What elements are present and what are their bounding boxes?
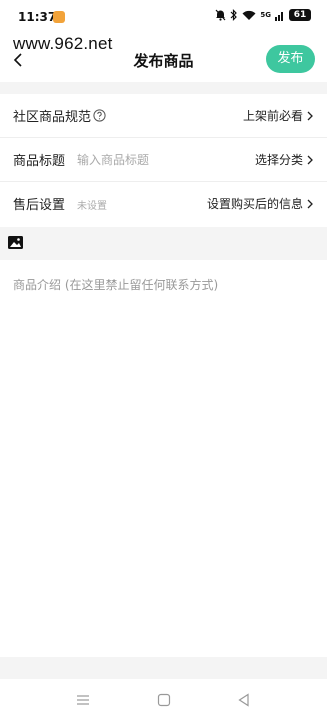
header: 发布商品 发布 (0, 40, 327, 80)
bluetooth-icon (230, 9, 238, 21)
after-sale-row[interactable]: 售后设置 未设置 设置购买后的信息 (0, 182, 327, 226)
network-label: 5G (260, 11, 271, 19)
after-sale-label: 售后设置 (13, 198, 66, 213)
signal-icon (275, 11, 283, 21)
select-category-button[interactable]: 选择分类 (255, 151, 313, 168)
status-bar: 11:37 5G 61 (0, 0, 327, 34)
set-after-purchase-info-label: 设置购买后的信息 (206, 197, 303, 211)
product-title-input[interactable]: 输入商品标题 (77, 151, 149, 168)
section-divider (0, 82, 327, 94)
rules-link[interactable]: 上架前必看 (243, 107, 313, 124)
community-rules-label: 社区商品规范 (13, 110, 92, 125)
product-title-row: 商品标题 输入商品标题 选择分类 (0, 138, 327, 182)
image-toolbar (0, 227, 327, 260)
community-rules-row[interactable]: 社区商品规范 上架前必看 (0, 94, 327, 138)
status-icons: 5G 61 (215, 9, 311, 21)
wifi-icon (242, 10, 256, 20)
menu-icon[interactable] (75, 692, 91, 708)
status-time: 11:37 (18, 10, 57, 24)
set-after-purchase-info-button[interactable]: 设置购买后的信息 (207, 195, 313, 212)
system-nav-bar (0, 679, 327, 720)
home-icon[interactable] (156, 692, 172, 708)
chevron-right-icon (307, 111, 313, 120)
after-sale-status: 未设置 (77, 201, 107, 212)
bottom-band (0, 657, 327, 679)
chevron-right-icon (307, 199, 313, 208)
battery-icon: 61 (289, 9, 311, 21)
mute-bell-icon (215, 9, 226, 21)
publish-button[interactable]: 发布 (266, 45, 315, 73)
product-title-label: 商品标题 (13, 154, 66, 169)
product-description-input[interactable]: 商品介绍 (在这里禁止留任何联系方式) (13, 276, 218, 293)
image-icon[interactable] (8, 236, 23, 249)
rules-link-label: 上架前必看 (242, 109, 303, 123)
help-icon[interactable] (93, 109, 106, 122)
app-notification-icon (53, 11, 65, 23)
chevron-right-icon (307, 155, 313, 164)
select-category-label: 选择分类 (254, 153, 303, 167)
back-triangle-icon[interactable] (236, 692, 252, 708)
